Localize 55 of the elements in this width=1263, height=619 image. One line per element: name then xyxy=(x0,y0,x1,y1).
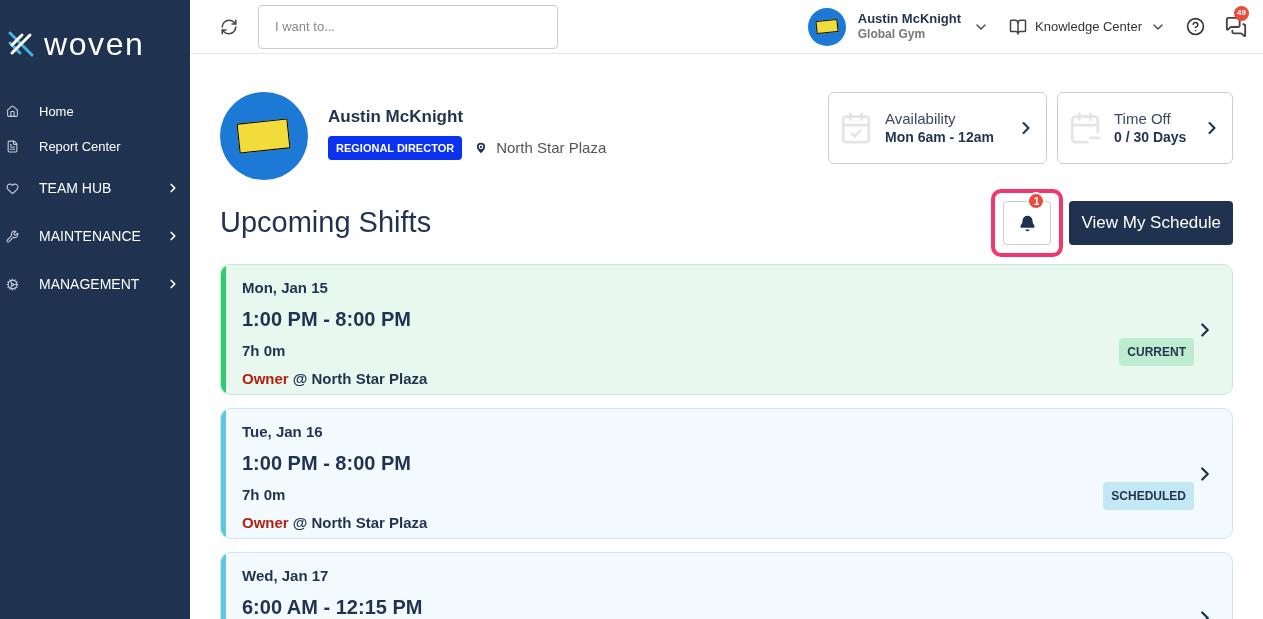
role-badge: REGIONAL DIRECTOR xyxy=(328,135,463,160)
profile-location: North Star Plaza xyxy=(496,137,607,158)
shift-duration: 7h 0m xyxy=(242,484,286,505)
logo-text: woven xyxy=(44,28,145,60)
section-title: Upcoming Shifts xyxy=(220,205,433,241)
shift-role: Owner xyxy=(242,369,289,389)
woven-logo-icon xyxy=(6,29,36,59)
sidebar-item-icon xyxy=(6,229,19,243)
bell-icon xyxy=(1018,214,1036,232)
summary-title: Time Off xyxy=(1114,109,1172,129)
sidebar-item[interactable]: Home xyxy=(0,94,190,129)
calendar-icon xyxy=(839,111,873,145)
summary-value: Mon 6am - 12am xyxy=(885,128,995,147)
user-org: Global Gym xyxy=(857,27,927,43)
location-pin-icon xyxy=(474,140,489,155)
view-schedule-button[interactable]: View My Schedule xyxy=(1069,201,1233,245)
summary-card[interactable]: Time Off 0 / 30 Days xyxy=(1057,92,1233,164)
sidebar-item-icon xyxy=(6,105,19,118)
shift-time: 1:00 PM - 8:00 PM xyxy=(242,306,411,332)
sidebar-item[interactable]: TEAM HUB xyxy=(0,164,190,212)
book-icon xyxy=(1009,17,1028,36)
shift-duration: 7h 0m xyxy=(242,340,286,361)
summary-card[interactable]: Availability Mon 6am - 12am xyxy=(828,92,1047,164)
sidebar-item[interactable]: MAINTENANCE xyxy=(0,212,190,260)
shift-time: 1:00 PM - 8:00 PM xyxy=(242,450,411,476)
sidebar-item-icon xyxy=(6,181,19,195)
search-field[interactable]: I want to... xyxy=(258,4,558,49)
shift-location: @ North Star Plaza xyxy=(292,369,428,389)
shift-date: Mon, Jan 15 xyxy=(242,278,328,298)
shift-role: Owner xyxy=(242,513,289,533)
shift-date: Wed, Jan 17 xyxy=(242,566,329,586)
shift-date: Tue, Jan 16 xyxy=(242,422,323,442)
shift-card[interactable]: Mon, Jan 15 1:00 PM - 8:00 PM 7h 0m Owner @ North Star Plaza CURRENT xyxy=(220,264,1233,395)
profile-name: Austin McKnight xyxy=(328,106,465,128)
calendar-icon xyxy=(1068,111,1102,145)
status-badge: SCHEDULED xyxy=(1103,482,1194,510)
chat-icon[interactable] xyxy=(1225,15,1247,38)
help-icon[interactable] xyxy=(1186,17,1205,36)
shift-card[interactable]: Wed, Jan 17 6:00 AM - 12:15 PM xyxy=(220,552,1233,619)
summary-title: Availability xyxy=(885,109,957,129)
user-avatar xyxy=(807,7,846,46)
sidebar-item[interactable]: MANAGEMENT xyxy=(0,260,190,308)
shift-time: 6:00 AM - 12:15 PM xyxy=(242,594,423,619)
user-name: Austin McKnight xyxy=(857,10,962,28)
shift-card[interactable]: Tue, Jan 16 1:00 PM - 8:00 PM 7h 0m Owner @ North Star Plaza SCHEDULED xyxy=(220,408,1233,539)
sidebar-item-icon xyxy=(6,277,19,291)
sidebar-item[interactable]: Report Center xyxy=(0,129,190,164)
sidebar-item-icon xyxy=(6,140,19,153)
refresh-icon[interactable] xyxy=(220,17,238,36)
summary-value: 0 / 30 Days xyxy=(1114,128,1188,147)
message-count-badge: 49 xyxy=(1234,5,1249,21)
knowledge-center-link[interactable]: Knowledge Center xyxy=(1035,16,1142,37)
status-badge: CURRENT xyxy=(1119,338,1194,366)
shift-location: @ North Star Plaza xyxy=(292,513,428,533)
notification-count-badge: 1 xyxy=(1027,192,1046,210)
